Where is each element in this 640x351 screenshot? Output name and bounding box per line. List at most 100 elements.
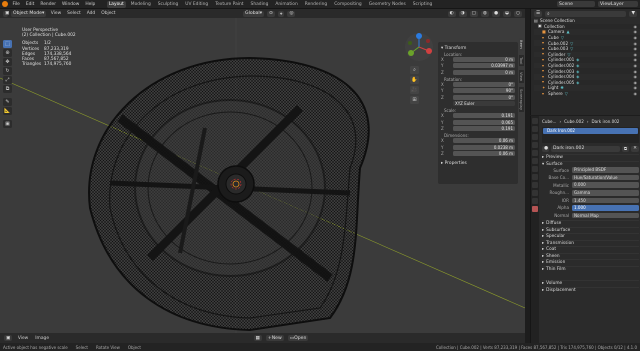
- new-image-button[interactable]: + New: [265, 335, 284, 341]
- 3d-viewport[interactable]: User Perspective (2) Collection | Cube.0…: [0, 18, 525, 343]
- tab-animation[interactable]: Animation: [273, 1, 299, 8]
- browse-material-icon[interactable]: ●: [542, 145, 549, 152]
- shading-rendered-icon[interactable]: ○: [513, 10, 522, 17]
- material-slots-list[interactable]: Dark Iron.002: [542, 127, 639, 143]
- grid-view-icon[interactable]: ⊞: [410, 96, 419, 104]
- menu-view[interactable]: View: [49, 11, 62, 16]
- tab-rendering[interactable]: Rendering: [303, 1, 329, 8]
- shading-material-icon[interactable]: ◒: [502, 10, 511, 17]
- tab-geometry-nodes[interactable]: Geometry Nodes: [367, 1, 408, 8]
- metallic-field[interactable]: Metallic 0.000: [542, 182, 639, 188]
- render-tab-icon[interactable]: [532, 126, 538, 132]
- rotation-mode-dropdown[interactable]: XYZ Euler: [441, 100, 515, 107]
- open-image-button[interactable]: ▭ Open: [287, 335, 309, 341]
- tab-shading[interactable]: Shading: [249, 1, 271, 8]
- tab-uv-editing[interactable]: UV Editing: [183, 1, 210, 8]
- outliner-item[interactable]: ▾ Sphere ▽ ◉: [534, 91, 640, 97]
- normal-field[interactable]: Normal Normal Map: [542, 212, 639, 219]
- scale-z-field[interactable]: Z 0.191: [441, 125, 515, 132]
- overlay-icon[interactable]: ◑: [458, 10, 467, 17]
- menu-select[interactable]: Select: [66, 11, 83, 16]
- ior-field[interactable]: IOR 1.450: [542, 197, 639, 204]
- snap-icon[interactable]: ⌖: [277, 10, 285, 17]
- menu-edit[interactable]: Edit: [24, 2, 36, 7]
- cursor-tool-icon[interactable]: ⊕: [3, 49, 12, 57]
- physics-tab-icon[interactable]: [532, 182, 538, 188]
- material-name-field[interactable]: Dark iron.002: [551, 145, 620, 152]
- tab-texture-paint[interactable]: Texture Paint: [213, 1, 245, 8]
- transform-tool-icon[interactable]: ⧉: [3, 85, 12, 93]
- displacement-section[interactable]: ▸ Displacement: [542, 286, 639, 294]
- tab-scripting[interactable]: Scripting: [411, 1, 435, 8]
- dimensions-y-field[interactable]: Y 0.0238 m: [441, 144, 515, 150]
- menu-object[interactable]: Object: [100, 11, 117, 16]
- visibility-icon[interactable]: ◐: [447, 10, 456, 17]
- add-cube-tool-icon[interactable]: ▣: [3, 120, 12, 128]
- tab-view[interactable]: View: [519, 70, 524, 84]
- rotation-y-field[interactable]: Y 90°: [441, 88, 515, 94]
- tab-sculpting[interactable]: Sculpting: [156, 1, 181, 8]
- surface-shader-field[interactable]: Surface Principled BSDF: [542, 167, 639, 173]
- scale-tool-icon[interactable]: ⤢: [3, 76, 12, 84]
- outliner-type-icon[interactable]: ☰: [534, 10, 543, 17]
- camera-view-icon[interactable]: 🎥: [410, 86, 419, 94]
- menu-window[interactable]: Window: [61, 2, 81, 7]
- constraints-tab-icon[interactable]: [532, 190, 538, 196]
- output-tab-icon[interactable]: [532, 134, 538, 140]
- world-tab-icon[interactable]: [532, 158, 538, 164]
- mode-dropdown[interactable]: Object Mode ▾: [11, 10, 47, 17]
- scene-selector[interactable]: Scene: [557, 1, 595, 7]
- pivot-icon[interactable]: ⊙: [267, 10, 275, 17]
- duplicate-material-icon[interactable]: ⧉: [621, 145, 630, 152]
- menu-help[interactable]: Help: [84, 2, 97, 7]
- xray-icon[interactable]: ▢: [469, 10, 478, 17]
- menu-image[interactable]: Image: [34, 336, 51, 341]
- rotate-tool-icon[interactable]: ↻: [3, 67, 12, 75]
- annotate-tool-icon[interactable]: ✎: [3, 98, 12, 106]
- shading-solid-icon[interactable]: ●: [491, 10, 500, 17]
- data-tab-icon[interactable]: [532, 198, 538, 204]
- tab-screenplay[interactable]: Screenplay: [519, 87, 524, 113]
- scene-tab-icon[interactable]: [532, 150, 538, 156]
- alpha-field[interactable]: Alpha 1.000: [542, 205, 639, 211]
- measure-tool-icon[interactable]: 📐: [3, 107, 12, 115]
- filter-icon[interactable]: ▼: [629, 10, 637, 17]
- tab-modeling[interactable]: Modeling: [129, 1, 153, 8]
- select-box-icon[interactable]: ⬚: [3, 40, 12, 48]
- material-tab-icon[interactable]: [532, 206, 538, 212]
- editor-type-icon[interactable]: ▣: [4, 335, 13, 341]
- menu-add[interactable]: Add: [85, 11, 97, 16]
- base-color-field[interactable]: Base Co... Hue/Saturation/Value: [542, 174, 639, 181]
- move-tool-icon[interactable]: ✥: [3, 58, 12, 66]
- tool-tab-icon[interactable]: [532, 118, 538, 124]
- blender-logo-icon[interactable]: [2, 1, 8, 7]
- transform-header[interactable]: ▾ Transform: [441, 46, 515, 51]
- material-slot-item[interactable]: Dark Iron.002: [543, 128, 638, 134]
- rotation-x-field[interactable]: X 0°: [441, 82, 515, 88]
- menu-file[interactable]: File: [11, 2, 21, 7]
- pan-icon[interactable]: ✋: [410, 76, 419, 84]
- unlink-material-icon[interactable]: ✕: [631, 145, 639, 152]
- object-tab-icon[interactable]: [532, 166, 538, 172]
- outliner-search-input[interactable]: ⌕: [545, 10, 627, 17]
- tab-tool[interactable]: Tool: [519, 54, 524, 67]
- tab-compositing[interactable]: Compositing: [332, 1, 364, 8]
- location-z-field[interactable]: Z0 m: [441, 69, 515, 75]
- modifier-tab-icon[interactable]: [532, 174, 538, 180]
- roughness-field[interactable]: Roughn... Gamma: [542, 190, 639, 196]
- zoom-icon[interactable]: ⌕: [410, 66, 419, 74]
- tab-layout[interactable]: Layout: [106, 0, 126, 8]
- dimensions-x-field[interactable]: X 0.06 m: [441, 138, 515, 144]
- browse-image-icon[interactable]: ▦: [253, 335, 262, 341]
- menu-view-image[interactable]: View: [16, 336, 29, 341]
- navigation-gizmo[interactable]: [404, 32, 434, 62]
- tab-item[interactable]: Item: [519, 38, 524, 51]
- location-x-field[interactable]: X0 m: [441, 57, 515, 63]
- scale-y-field[interactable]: Y 0.065: [441, 119, 515, 125]
- orientation-dropdown[interactable]: Global ▾: [243, 10, 265, 17]
- dimensions-z-field[interactable]: Z 0.06 m: [441, 150, 515, 156]
- proportional-edit-icon[interactable]: ◎: [287, 10, 296, 17]
- editor-type-icon[interactable]: ▣: [3, 10, 9, 17]
- properties-header[interactable]: ▸ Properties: [441, 161, 515, 166]
- scale-x-field[interactable]: X 0.191: [441, 113, 515, 119]
